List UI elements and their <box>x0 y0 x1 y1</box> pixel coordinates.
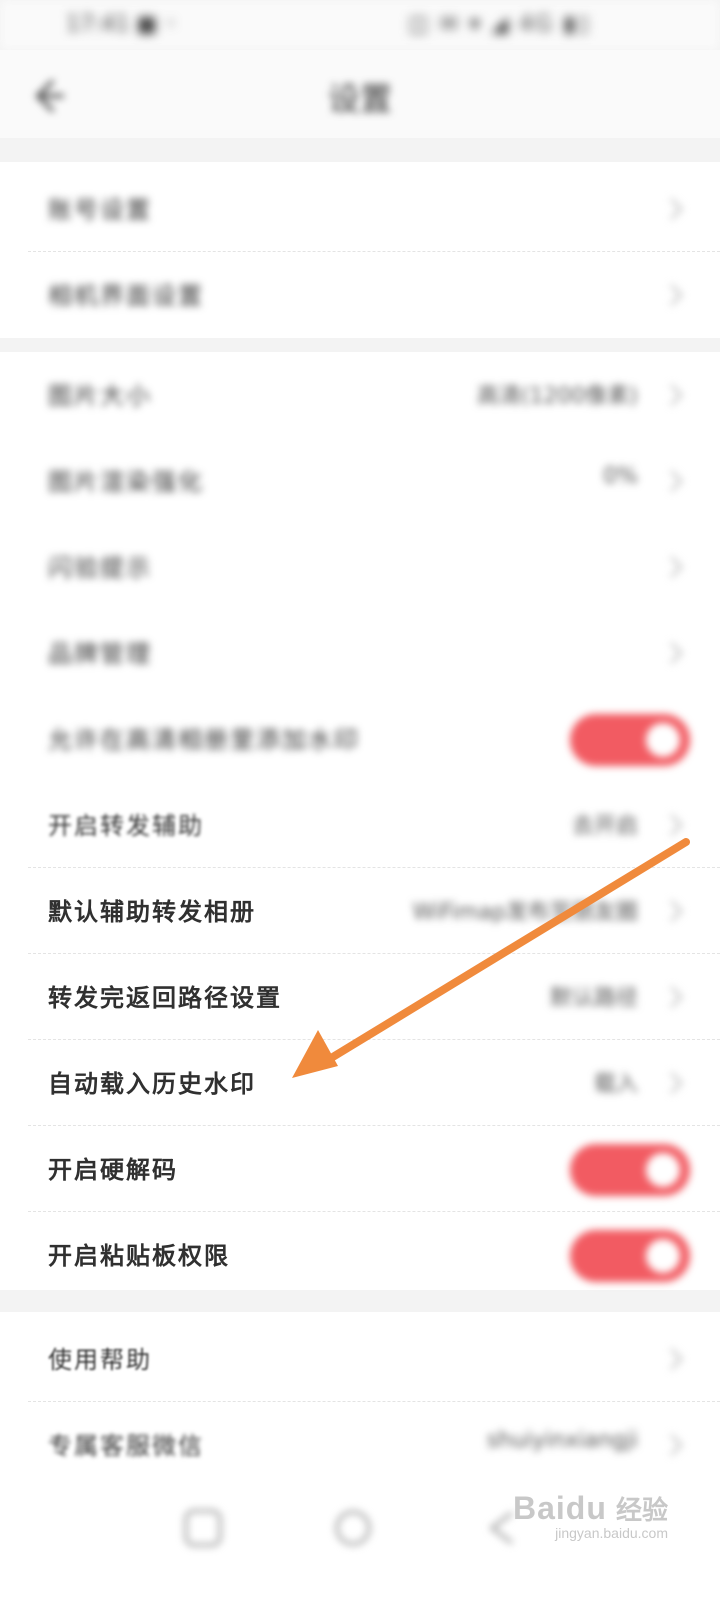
row-value: 高清(1200像素) <box>476 384 638 409</box>
settings-row-render-boost[interactable]: 图片渲染强化 0% <box>0 438 720 524</box>
general-settings-section: 图片大小 高清(1200像素) 图片渲染强化 0% 闪验提示 品牌管理 允许在高… <box>0 352 720 1290</box>
toggle-knob <box>646 1153 680 1187</box>
chevron-right-icon <box>670 900 683 922</box>
settings-row-image-size[interactable]: 图片大小 高清(1200像素) <box>0 352 720 438</box>
chevron-right-icon <box>670 986 683 1008</box>
row-value: shuiyinxiangji <box>486 1428 638 1453</box>
hardware-decode-toggle[interactable] <box>570 1144 690 1196</box>
settings-row-help[interactable]: 使用帮助 <box>0 1316 720 1402</box>
row-label: 专属客服微信 <box>48 1432 204 1460</box>
status-time: 17:41 ■ ◦ <box>66 12 178 37</box>
settings-row-camera-ui[interactable]: 相机界面设置 <box>0 252 720 338</box>
baidu-jingyan-watermark: Baidu 经验 jingyan.baidu.com <box>513 1490 668 1541</box>
row-label: 开启硬解码 <box>48 1155 178 1184</box>
settings-row-forward-assist[interactable]: 开启转发辅助 去开启 <box>0 782 720 868</box>
status-icons: ◫ ✉ ▾ ◢ 4G ▮▯ <box>408 12 592 37</box>
settings-row-return-path[interactable]: 转发完返回路径设置 默认路径 <box>0 954 720 1040</box>
settings-row-default-album[interactable]: 默认辅助转发相册 WiFimap发布至朋友圈 <box>0 868 720 954</box>
settings-row-album-watermark: 允许在高清相册里添加水印 <box>0 696 720 782</box>
row-value: 去开启 <box>571 814 638 839</box>
chevron-right-icon <box>670 384 683 406</box>
toggle-knob <box>646 723 680 757</box>
camera-icon[interactable] <box>180 1505 226 1551</box>
chevron-right-icon <box>670 814 683 836</box>
row-label: 自动载入历史水印 <box>48 1069 256 1098</box>
chevron-right-icon <box>670 642 683 664</box>
help-section: 使用帮助 专属客服微信 shuiyinxiangji <box>0 1312 720 1482</box>
watermark-url: jingyan.baidu.com <box>555 1525 668 1541</box>
row-label: 相机界面设置 <box>48 282 204 310</box>
account-section: 账号设置 相机界面设置 <box>0 162 720 338</box>
row-label: 账号设置 <box>48 196 152 224</box>
row-label: 默认辅助转发相册 <box>48 897 256 926</box>
chevron-right-icon <box>670 470 683 492</box>
row-label: 图片大小 <box>48 382 152 410</box>
row-label: 闪验提示 <box>48 554 152 582</box>
row-value: 0% <box>603 464 638 489</box>
settings-row-customer-service[interactable]: 专属客服微信 shuiyinxiangji <box>0 1402 720 1488</box>
chevron-right-icon <box>670 284 683 306</box>
row-label: 使用帮助 <box>48 1346 152 1374</box>
row-label: 允许在高清相册里添加水印 <box>48 726 360 754</box>
chevron-right-icon <box>670 556 683 578</box>
row-label: 品牌管理 <box>48 640 152 668</box>
row-value: WiFimap发布至朋友圈 <box>412 900 638 925</box>
settings-row-account[interactable]: 账号设置 <box>0 166 720 252</box>
row-value: 默认路径 <box>549 986 638 1011</box>
chevron-right-icon <box>670 1072 683 1094</box>
chevron-right-icon <box>670 1434 683 1456</box>
row-label: 开启转发辅助 <box>48 812 204 840</box>
jingyan-label: 经验 <box>615 1496 668 1526</box>
chevron-right-icon <box>670 1348 683 1370</box>
settings-row-brand[interactable]: 品牌管理 <box>0 610 720 696</box>
album-watermark-toggle[interactable] <box>570 714 690 766</box>
page-title: 设置 <box>327 80 392 118</box>
settings-row-hardware-decode: 开启硬解码 <box>0 1126 720 1212</box>
row-label: 图片渲染强化 <box>48 468 204 496</box>
clipboard-permission-toggle[interactable] <box>570 1230 690 1282</box>
row-label: 转发完返回路径设置 <box>48 983 282 1012</box>
settings-row-auto-load-watermark[interactable]: 自动载入历史水印 载入 <box>0 1040 720 1126</box>
settings-row-verify-tip[interactable]: 闪验提示 <box>0 524 720 610</box>
row-label: 开启粘贴板权限 <box>48 1241 230 1270</box>
home-icon[interactable] <box>330 1505 376 1551</box>
toggle-knob <box>646 1239 680 1273</box>
chevron-right-icon <box>670 198 683 220</box>
baidu-logo: Baidu <box>513 1490 607 1526</box>
settings-row-clipboard-permission: 开启粘贴板权限 <box>0 1212 720 1298</box>
row-value: 载入 <box>593 1072 638 1097</box>
